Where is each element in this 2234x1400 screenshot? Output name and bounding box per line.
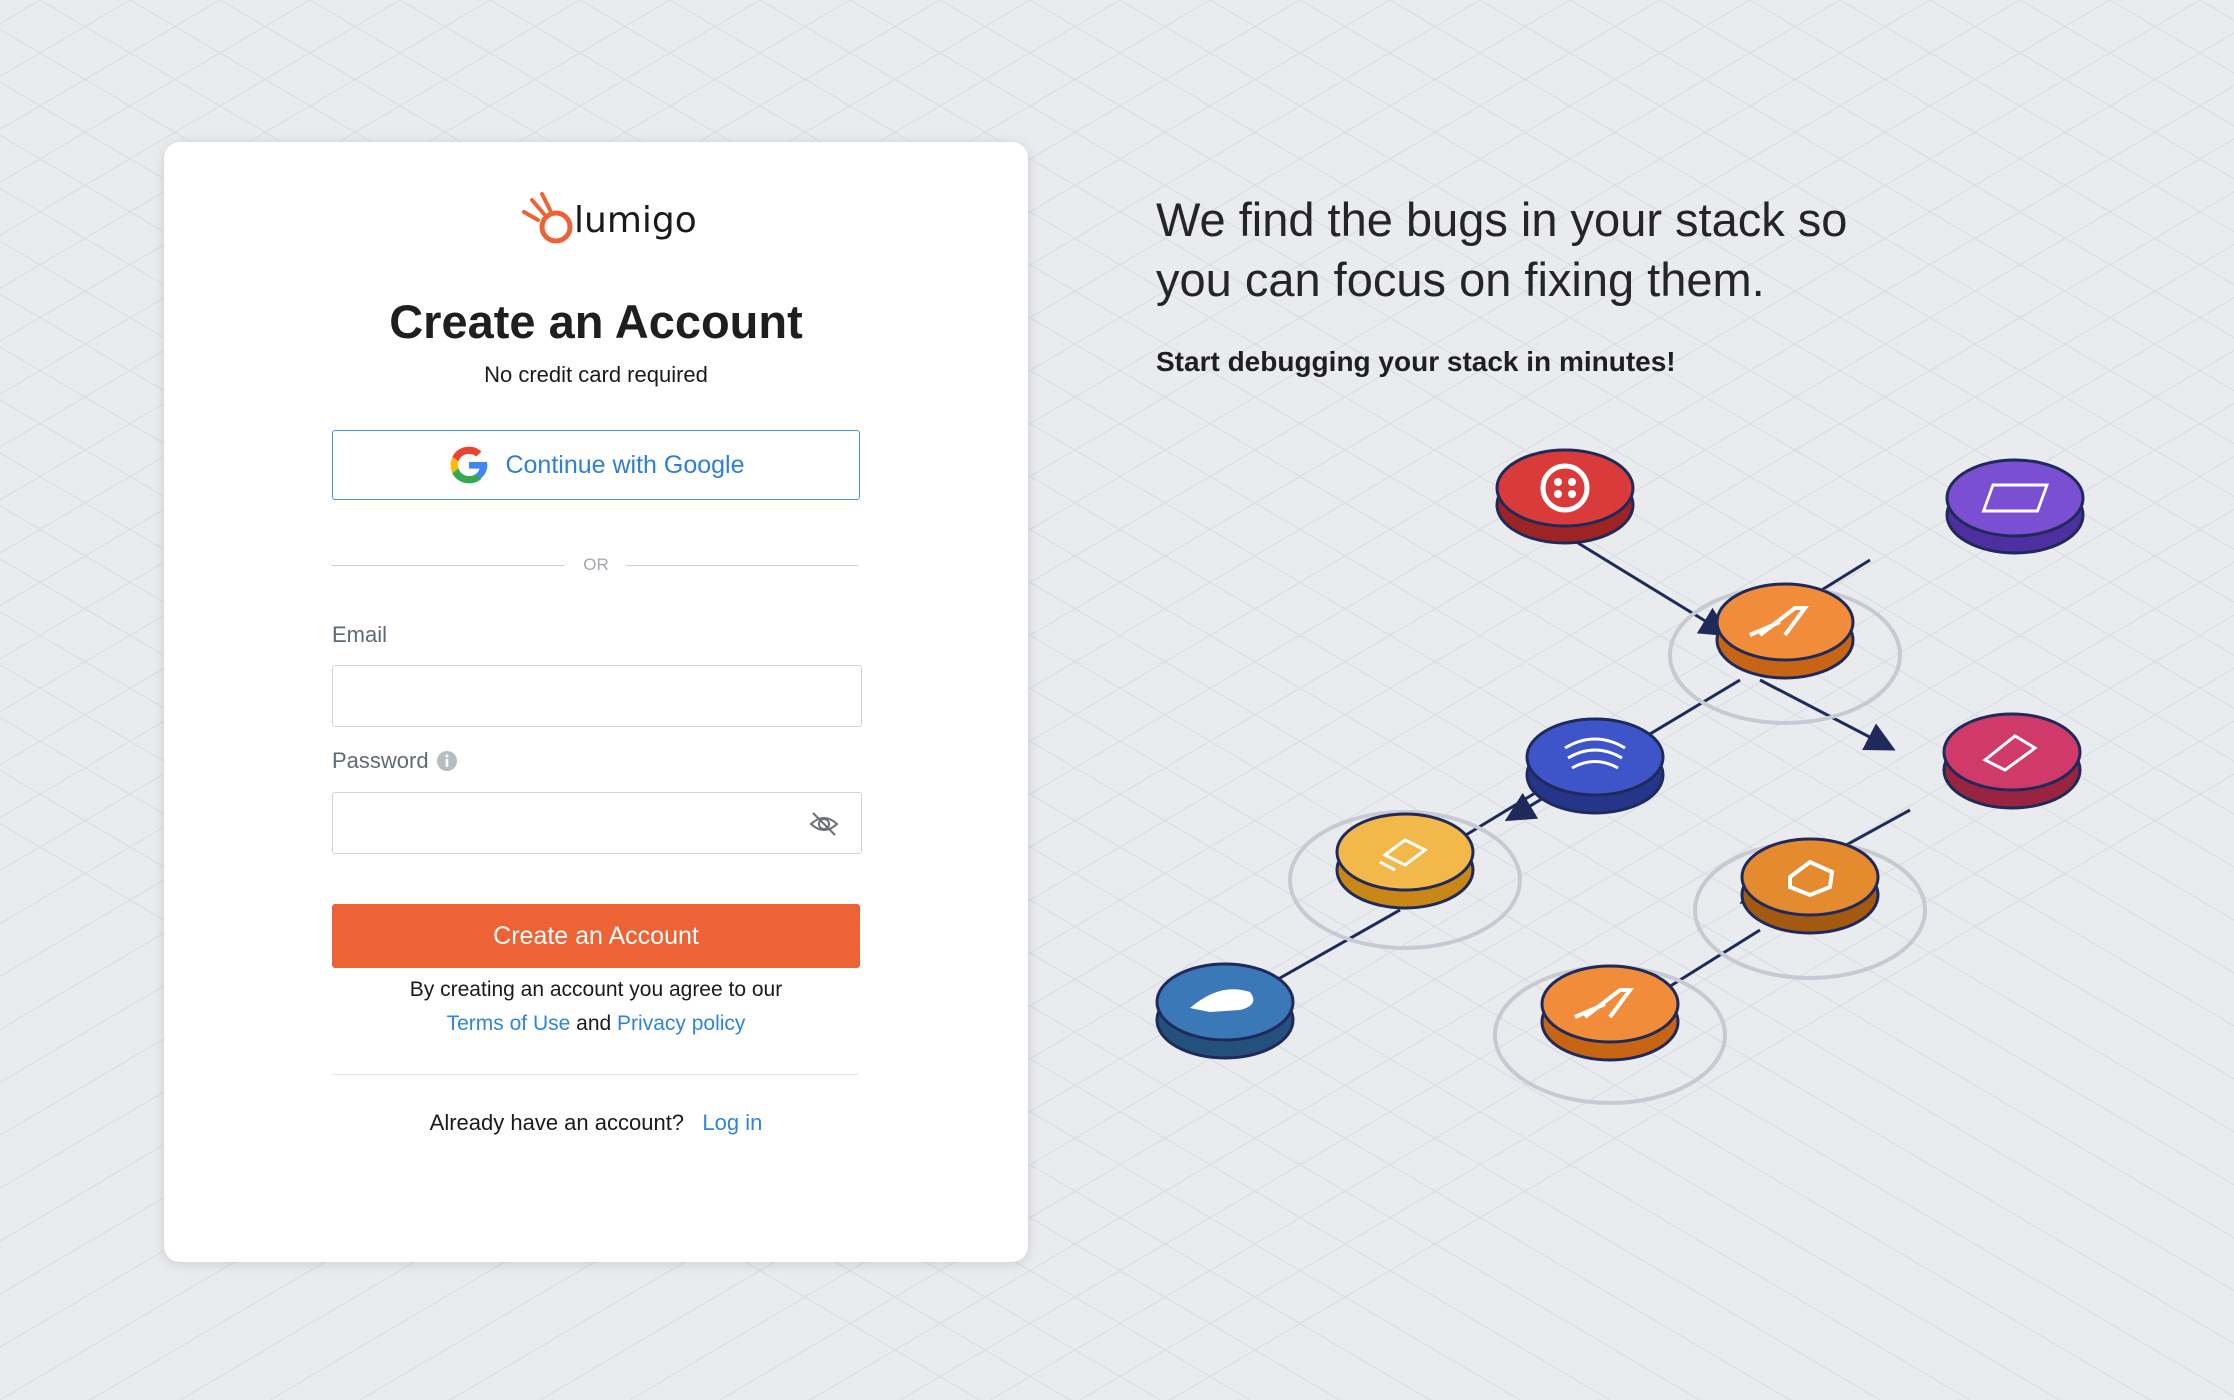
google-icon [451,446,488,484]
password-label: Password [332,748,429,773]
lambda-node-bottom [1540,964,1680,1062]
google-signin-button[interactable]: Continue with Google [332,430,860,500]
eye-off-icon[interactable] [808,808,840,840]
lambda-node-top [1715,582,1855,680]
pink-service-node [1942,712,2082,810]
purple-service-node [1945,458,2085,555]
grid-line [2199,0,2234,21]
promo-headline-line1: We find the bugs in your stack so [1156,193,1848,246]
connector-lambda-pink [1759,678,1896,751]
have-account-text: Already have an account? [429,1110,685,1135]
promo-tagline: Start debugging your stack in minutes! [1156,346,1676,377]
login-row: Already have an account? Log in [164,1110,1028,1136]
or-separator: OR [583,555,609,574]
password-field[interactable] [332,792,862,854]
yellow-database-node [1335,812,1475,910]
page-title: Create an Account [389,295,803,348]
info-icon[interactable] [436,750,458,772]
signup-card: lumigo Create an Account No credit card … [164,142,1028,1262]
architecture-diagram [1155,448,2085,1105]
page-subtitle: No credit card required [484,362,708,387]
connector-twilio-lambda [1564,533,1731,637]
step-functions-node [1740,837,1880,935]
twilio-node [1495,448,1635,545]
google-button-label: Continue with Google [505,450,745,479]
and-text: and [576,1012,612,1035]
terms-of-use-link[interactable]: Terms of Use [447,1012,571,1035]
promo-headline: We find the bugs in your stack so you ca… [1156,190,1956,310]
email-field[interactable] [332,665,862,727]
create-account-button[interactable]: Create an Account [332,904,860,968]
shopify-blue-node [1155,962,1295,1060]
promo-headline-line2: you can focus on fixing them. [1156,253,1765,306]
email-label: Email [332,622,388,647]
login-link[interactable]: Log in [702,1110,762,1135]
divider-right [626,565,858,566]
terms-links-row: Terms of Use and Privacy policy [164,1012,1028,1036]
blue-stream-node [1525,717,1665,815]
logo-wordmark: lumigo [574,200,697,241]
terms-notice: By creating an account you agree to our [409,978,783,1001]
privacy-policy-link[interactable]: Privacy policy [617,1012,745,1035]
footer-divider [332,1074,858,1075]
